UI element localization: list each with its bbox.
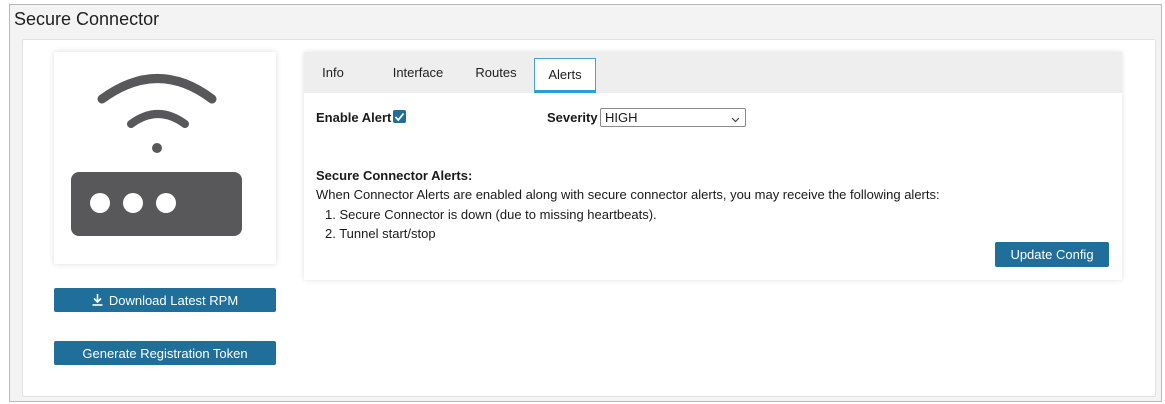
download-rpm-label: Download Latest RPM — [108, 292, 239, 308]
alerts-section-title: Secure Connector Alerts: — [316, 168, 473, 183]
update-config-button[interactable]: Update Config — [995, 242, 1109, 267]
tab-label: Alerts — [548, 67, 582, 82]
device-card — [54, 52, 276, 264]
tab-interface[interactable]: Interface — [380, 52, 456, 93]
generate-token-label: Generate Registration Token — [82, 345, 248, 361]
chevron-down-icon — [731, 112, 740, 127]
tab-label: Info — [322, 65, 344, 80]
severity-select[interactable]: HIGH — [600, 108, 746, 127]
tab-label: Interface — [392, 65, 444, 80]
tab-routes[interactable]: Routes — [468, 52, 524, 93]
download-rpm-button[interactable]: Download Latest RPM — [54, 288, 276, 312]
download-icon — [92, 294, 103, 306]
tab-bar: Info Interface Routes Alerts — [304, 52, 1122, 93]
tab-info[interactable]: Info — [310, 52, 356, 93]
alerts-description: When Connector Alerts are enabled along … — [316, 187, 940, 202]
list-item: 2. Tunnel start/stop — [325, 226, 436, 241]
update-config-label: Update Config — [1010, 247, 1094, 262]
enable-alert-label: Enable Alert — [316, 110, 392, 125]
generate-token-button[interactable]: Generate Registration Token — [54, 341, 276, 365]
tab-label: Routes — [475, 65, 517, 80]
enable-alert-checkbox[interactable] — [393, 110, 406, 123]
tab-alerts[interactable]: Alerts — [534, 58, 596, 93]
checkmark-icon — [394, 112, 405, 121]
wifi-router-icon — [71, 74, 242, 236]
severity-value: HIGH — [605, 110, 638, 125]
list-item: 1. Secure Connector is down (due to miss… — [325, 207, 657, 222]
severity-label: Severity — [547, 110, 598, 125]
page-title: Secure Connector — [14, 9, 160, 29]
